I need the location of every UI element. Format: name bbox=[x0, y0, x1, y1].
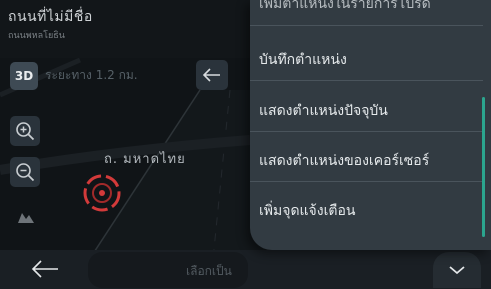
zoom-out-button[interactable] bbox=[10, 157, 40, 187]
position-marker-icon bbox=[83, 174, 121, 212]
menu-item-label: แสดงตำแหน่งของเคอร์เซอร์ bbox=[259, 152, 430, 169]
street-info-bar: ถนนที่ไม่มีชื่อ ถนนพหลโยธิน bbox=[0, 0, 250, 58]
road-label: ถ. มหาดไทย bbox=[104, 152, 186, 167]
menu-item-show-cursor-location[interactable]: แสดงตำแหน่งของเคอร์เซอร์ bbox=[250, 139, 491, 182]
menu-item-add-alert-point[interactable]: เพิ่มจุดแจ้งเตือน bbox=[250, 189, 491, 232]
zoom-in-icon bbox=[16, 122, 35, 141]
zoom-in-button[interactable] bbox=[10, 116, 40, 146]
view-mode-button[interactable]: 3D bbox=[10, 62, 38, 90]
route-info: ระยะทาง 1.2 กม. bbox=[45, 68, 138, 82]
menu-item-add-favorite[interactable]: เพิ่มตำแหน่งในรายการโปรด bbox=[250, 0, 491, 26]
menu-divider bbox=[250, 80, 483, 81]
map-back-button[interactable] bbox=[196, 60, 228, 90]
select-as-label: เลือกเป็น bbox=[186, 264, 232, 278]
street-subtitle: ถนนพหลโยธิน bbox=[8, 31, 65, 41]
collapse-menu-button[interactable] bbox=[433, 252, 481, 288]
street-title: ถนนที่ไม่มีชื่อ bbox=[8, 9, 93, 25]
menu-item-label: แสดงตำแหน่งปัจจุบัน bbox=[259, 102, 388, 119]
menu-item-show-current-location[interactable]: แสดงตำแหน่งปัจจุบัน bbox=[250, 89, 491, 132]
menu-divider bbox=[250, 181, 483, 182]
menu-item-label: เพิ่มจุดแจ้งเตือน bbox=[259, 202, 356, 219]
back-arrow-icon[interactable] bbox=[30, 258, 60, 280]
zoom-out-icon bbox=[16, 163, 35, 182]
context-menu: เพิ่มตำแหน่งในรายการโปรด บันทึกตำแหน่ง แ… bbox=[250, 0, 491, 250]
menu-item-label: บันทึกตำแหน่ง bbox=[259, 51, 347, 68]
menu-divider bbox=[250, 25, 483, 26]
menu-divider bbox=[250, 131, 483, 132]
navigation-screen: ถนนที่ไม่มีชื่อ ถนนพหลโยธิน 3D ระยะทาง 1… bbox=[0, 0, 491, 289]
menu-item-label: เพิ่มตำแหน่งในรายการโปรด bbox=[259, 0, 431, 12]
warning-icon[interactable] bbox=[14, 203, 38, 227]
chevron-down-icon bbox=[449, 266, 465, 275]
view-mode-label: 3D bbox=[14, 69, 34, 83]
menu-item-save-location[interactable]: บันทึกตำแหน่ง bbox=[250, 38, 491, 81]
back-arrow-icon bbox=[203, 68, 220, 82]
menu-scrollbar[interactable] bbox=[482, 97, 485, 237]
